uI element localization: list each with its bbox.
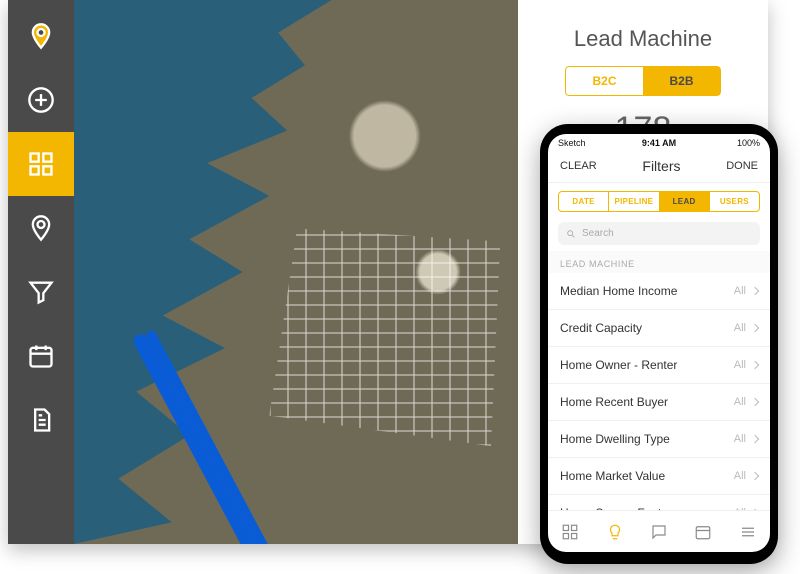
panel-title: Lead Machine [542, 26, 744, 52]
done-button[interactable]: DONE [726, 160, 758, 172]
tab-lead[interactable]: LEAD [660, 192, 710, 211]
filter-value: All [734, 285, 746, 297]
chevron-right-icon [751, 435, 759, 443]
pin-button[interactable] [8, 196, 74, 260]
tab-bulb-icon[interactable] [606, 523, 624, 541]
filter-label: Home Market Value [560, 469, 665, 483]
app-sidebar [8, 0, 74, 544]
tab-chat-icon[interactable] [650, 523, 668, 541]
filter-row[interactable]: Home Square FootageAll [548, 495, 770, 510]
map-viewport[interactable] [74, 0, 518, 544]
chevron-right-icon [751, 324, 759, 332]
filter-row[interactable]: Home Owner - Renter All [548, 347, 770, 384]
document-button[interactable] [8, 388, 74, 452]
tab-pipeline[interactable]: PIPELINE [609, 192, 659, 211]
tab-users[interactable]: USERS [710, 192, 759, 211]
search-input[interactable]: Search [558, 222, 760, 245]
filter-row[interactable]: Home Market Value All [548, 458, 770, 495]
add-button[interactable] [8, 68, 74, 132]
phone-screen: Sketch 9:41 AM 100% CLEAR Filters DONE D… [548, 134, 770, 552]
filter-value: All [734, 433, 746, 445]
calendar-button[interactable] [8, 324, 74, 388]
clear-button[interactable]: CLEAR [560, 160, 597, 172]
filter-row[interactable]: Home Dwelling Type All [548, 421, 770, 458]
filter-label: Home Recent Buyer [560, 395, 668, 409]
section-header: LEAD MACHINE [548, 251, 770, 273]
filter-row[interactable]: Median Home Income All [548, 273, 770, 310]
filter-label: Home Owner - Renter [560, 358, 677, 372]
filter-list: Median Home IncomeAllCredit CapacityAllH… [548, 273, 770, 510]
chevron-right-icon [751, 472, 759, 480]
filter-row[interactable]: Home Recent Buyer All [548, 384, 770, 421]
dashboard-button[interactable] [8, 132, 74, 196]
b2c-b2b-segment: B2C B2B [565, 66, 720, 96]
filter-value: All [734, 470, 746, 482]
phone-mock: Sketch 9:41 AM 100% CLEAR Filters DONE D… [540, 124, 778, 564]
filter-label: Median Home Income [560, 284, 677, 298]
search-icon [566, 229, 576, 239]
status-bar: Sketch 9:41 AM 100% [548, 134, 770, 152]
segment-b2c[interactable]: B2C [565, 66, 642, 96]
filters-navbar: CLEAR Filters DONE [548, 152, 770, 183]
segment-b2b[interactable]: B2B [643, 66, 721, 96]
bottom-tab-bar [548, 510, 770, 552]
chevron-right-icon [751, 287, 759, 295]
navbar-title: Filters [642, 158, 680, 174]
tab-dashboard-icon[interactable] [561, 523, 579, 541]
filter-value: All [734, 322, 746, 334]
tab-date[interactable]: DATE [559, 192, 609, 211]
filter-button[interactable] [8, 260, 74, 324]
filter-value: All [734, 359, 746, 371]
chevron-right-icon [751, 398, 759, 406]
chevron-right-icon [751, 361, 759, 369]
filter-label: Credit Capacity [560, 321, 642, 335]
status-time: 9:41 AM [548, 138, 770, 148]
logo-icon[interactable] [8, 4, 74, 68]
tab-calendar-icon[interactable] [694, 523, 712, 541]
filter-label: Home Dwelling Type [560, 432, 670, 446]
filter-value: All [734, 396, 746, 408]
tab-menu-icon[interactable] [739, 523, 757, 541]
filter-tabs: DATEPIPELINELEADUSERS [558, 191, 760, 212]
search-placeholder: Search [582, 228, 614, 239]
filter-row[interactable]: Credit Capacity All [548, 310, 770, 347]
